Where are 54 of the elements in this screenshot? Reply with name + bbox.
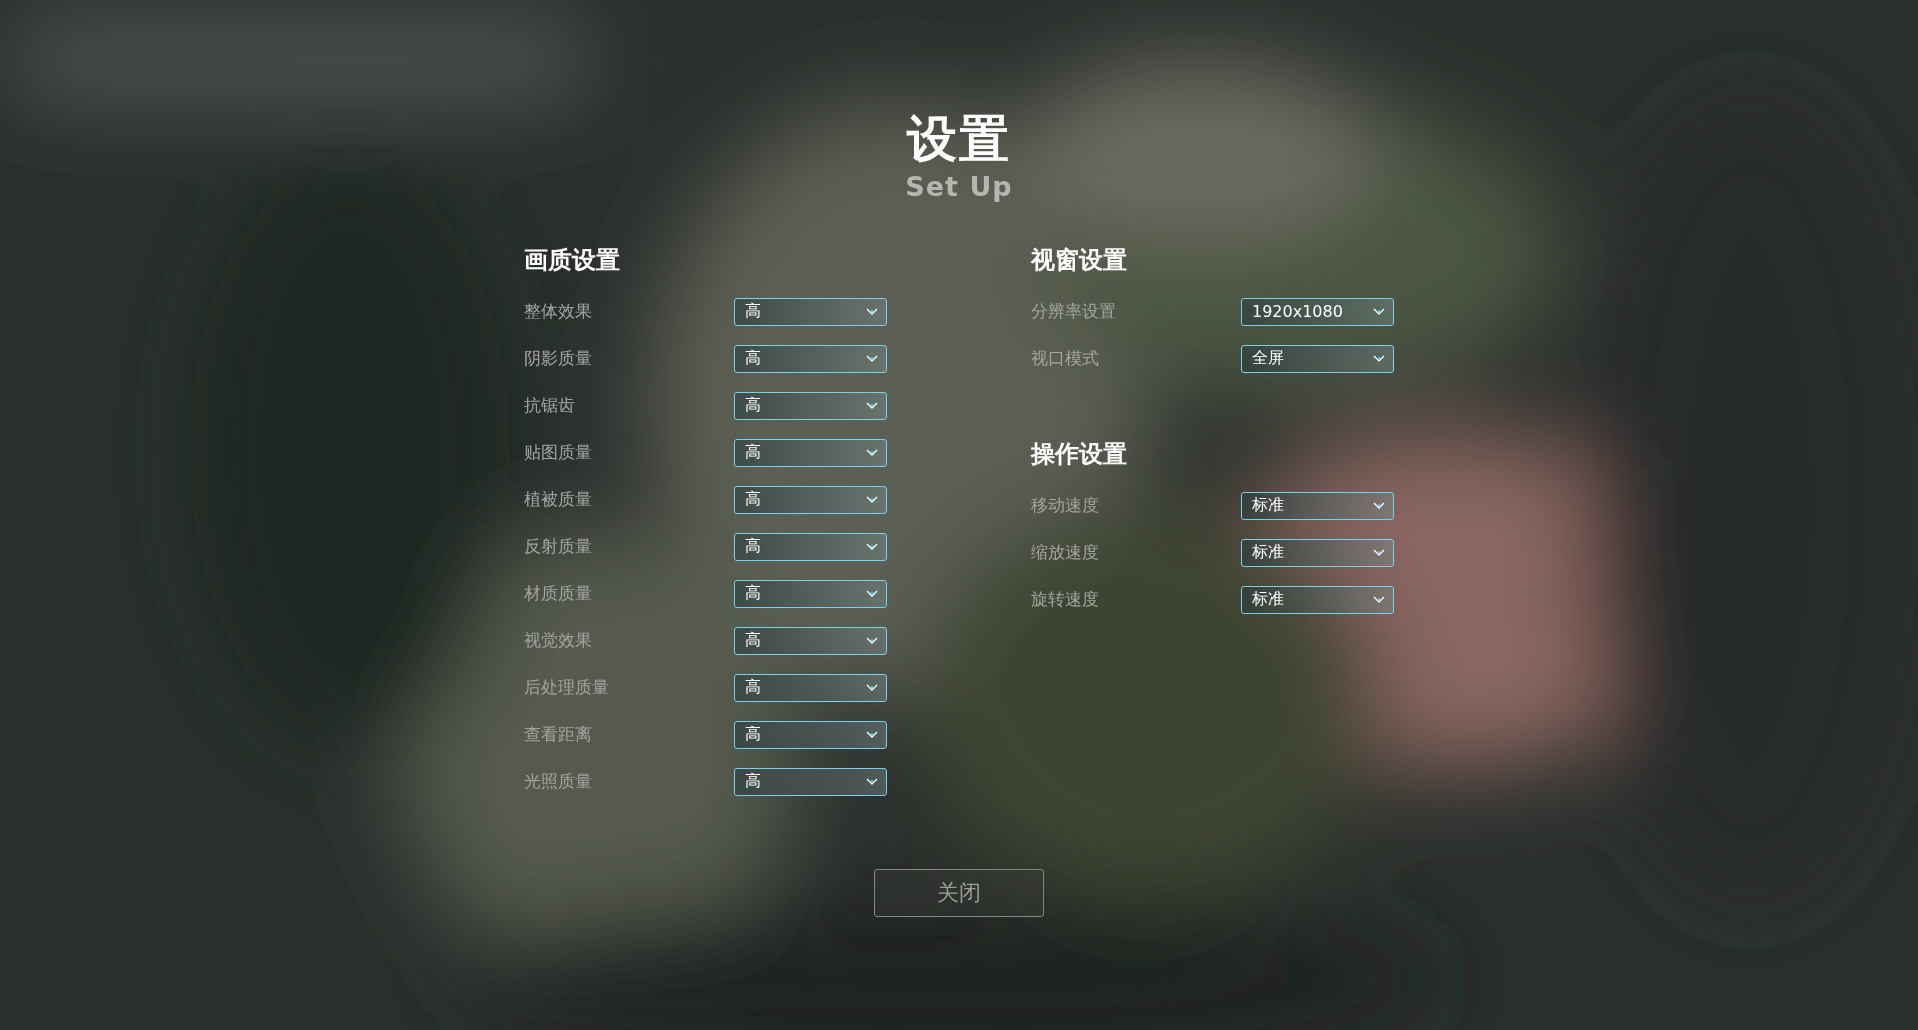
dropdown[interactable]: 高	[734, 767, 887, 796]
chevron-down-icon	[866, 636, 878, 645]
chevron-down-icon	[1373, 307, 1385, 316]
setting-label: 查看距离	[524, 723, 592, 746]
dropdown[interactable]: 高	[734, 297, 887, 326]
setting-label: 反射质量	[524, 535, 592, 558]
setting-label: 视觉效果	[524, 629, 592, 652]
dropdown[interactable]: 高	[734, 720, 887, 749]
setting-label: 植被质量	[524, 488, 592, 511]
chevron-down-icon	[866, 542, 878, 551]
chevron-down-icon	[866, 401, 878, 410]
section-title: 视窗设置	[1031, 245, 1128, 276]
dropdown[interactable]: 高	[734, 579, 887, 608]
chevron-down-icon	[866, 448, 878, 457]
dropdown[interactable]: 标准	[1241, 585, 1394, 614]
chevron-down-icon	[1373, 548, 1385, 557]
setting-label: 贴图质量	[524, 441, 592, 464]
dropdown[interactable]: 全屏	[1241, 344, 1394, 373]
setting-label: 旋转速度	[1031, 588, 1099, 611]
dropdown[interactable]: 标准	[1241, 491, 1394, 520]
setting-label: 分辨率设置	[1031, 300, 1116, 323]
dropdown[interactable]: 高	[734, 626, 887, 655]
chevron-down-icon	[866, 683, 878, 692]
setting-label: 缩放速度	[1031, 541, 1099, 564]
chevron-down-icon	[1373, 595, 1385, 604]
section-title: 操作设置	[1031, 439, 1128, 470]
chevron-down-icon	[1373, 354, 1385, 363]
dropdown[interactable]: 高	[734, 485, 887, 514]
dropdown[interactable]: 高	[734, 532, 887, 561]
close-button[interactable]: 关闭	[874, 869, 1044, 917]
chevron-down-icon	[866, 354, 878, 363]
setting-label: 后处理质量	[524, 676, 609, 699]
section-title: 画质设置	[524, 245, 621, 276]
chevron-down-icon	[866, 589, 878, 598]
setting-label: 材质质量	[524, 582, 592, 605]
setting-label: 视口模式	[1031, 347, 1099, 370]
chevron-down-icon	[866, 495, 878, 504]
dropdown[interactable]: 高	[734, 344, 887, 373]
chevron-down-icon	[866, 307, 878, 316]
dropdown[interactable]: 标准	[1241, 538, 1394, 567]
setting-label: 整体效果	[524, 300, 592, 323]
page-subtitle: Set Up	[905, 171, 1013, 202]
setting-label: 阴影质量	[524, 347, 592, 370]
page-title: 设置	[907, 112, 1011, 167]
chevron-down-icon	[866, 777, 878, 786]
setting-label: 抗锯齿	[524, 394, 575, 417]
dropdown[interactable]: 1920x1080	[1241, 297, 1394, 326]
chevron-down-icon	[1373, 501, 1385, 510]
dropdown[interactable]: 高	[734, 438, 887, 467]
dropdown[interactable]: 高	[734, 391, 887, 420]
setting-label: 移动速度	[1031, 494, 1099, 517]
dropdown[interactable]: 高	[734, 673, 887, 702]
chevron-down-icon	[866, 730, 878, 739]
setting-label: 光照质量	[524, 770, 592, 793]
